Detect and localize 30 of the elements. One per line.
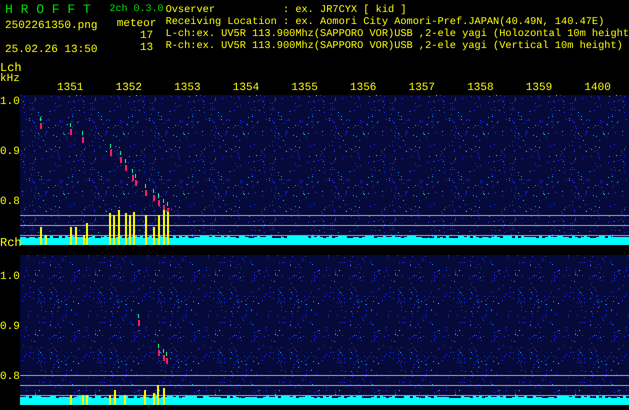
frequency-label: 0.8 <box>0 371 20 383</box>
unit-label: kHz <box>0 73 20 85</box>
frequency-label: 0.9 <box>0 146 20 158</box>
version-label: 2ch 0.3.0 <box>110 4 164 16</box>
counter-label: meteor <box>116 18 156 30</box>
time-label: 1355 <box>291 82 318 94</box>
channel-label: Lch <box>0 62 22 74</box>
time-label: 1354 <box>232 82 260 94</box>
time-label: 1353 <box>174 82 201 94</box>
info-line: Ovserver : ex. JR7CYX [ kid ] <box>166 4 408 16</box>
time-label: 1358 <box>467 82 494 94</box>
time-label: 1356 <box>350 82 376 94</box>
frequency-label: 0.9 <box>0 321 20 333</box>
channel-label: Rch <box>0 237 22 249</box>
filename: 2502261350.png <box>5 20 98 32</box>
info-line: R-ch:ex. UV5R 113.900Mhz(SAPPORO VOR)USB ,2-ele yagi (Vertical 10m height) <box>166 40 624 52</box>
frequency-label: 1.0 <box>0 96 20 108</box>
frequency-label: 1.0 <box>0 271 20 283</box>
time-label: 1359 <box>526 82 552 94</box>
meteor-count: 17 <box>138 30 154 42</box>
meteor-count: 13 <box>138 42 154 54</box>
time-label: 1352 <box>116 82 142 94</box>
datetime: 25.02.26 13:50 <box>5 44 98 56</box>
info-line: Receiving Location : ex. Aomori City Aomori-Pref.JAPAN(40.49N, 140.47E) <box>166 16 606 28</box>
time-label: 1351 <box>57 82 84 94</box>
info-line: L-ch:ex. UV5R 113.900Mhz(SAPPORO VOR)USB ,2-ele yagi (Holozontal 10m height <box>166 28 629 40</box>
frequency-label: 0.8 <box>0 196 20 208</box>
app-title: H R O F F T <box>5 4 92 16</box>
time-label: 1400 <box>584 82 611 94</box>
time-label: 1357 <box>408 82 435 94</box>
